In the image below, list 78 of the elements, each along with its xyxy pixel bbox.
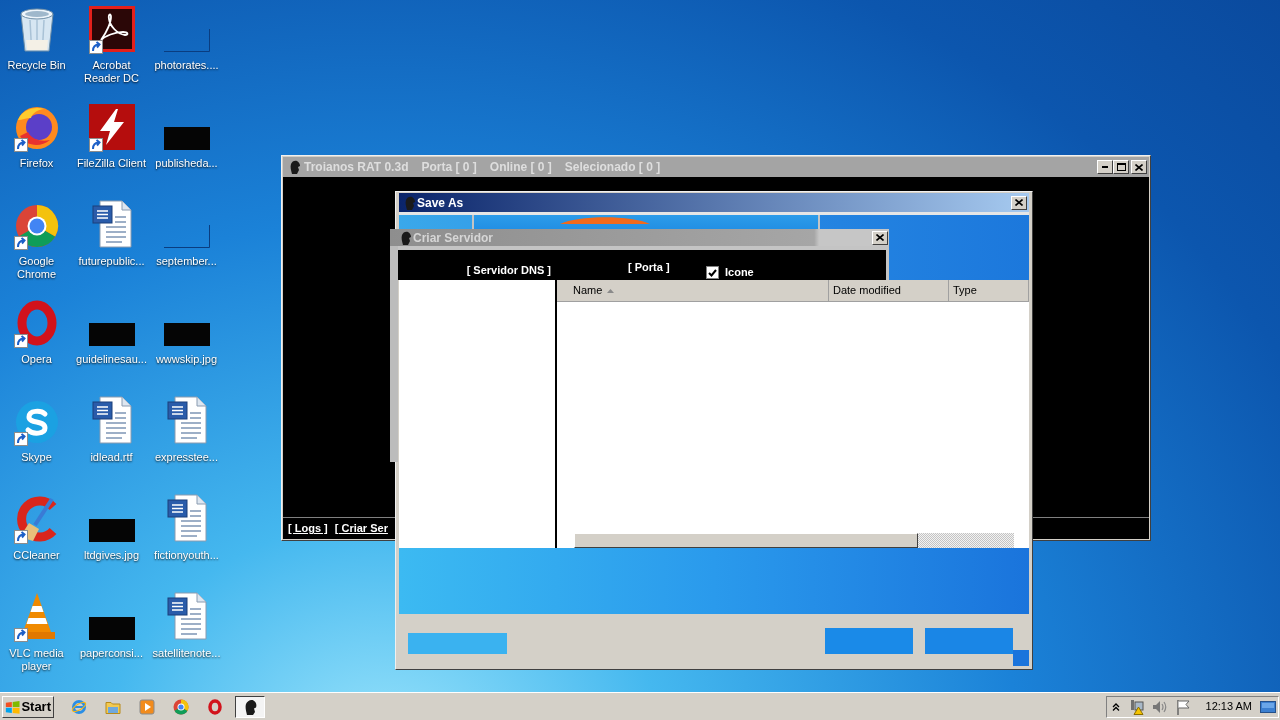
- silhouette-icon: [243, 698, 257, 715]
- checkbox-label[interactable]: Icone: [725, 265, 754, 279]
- circle-logo-icon[interactable]: [173, 698, 189, 715]
- icon-label[interactable]: fictionyouth...: [154, 549, 219, 562]
- icon-label[interactable]: paperconsi...: [80, 647, 143, 660]
- close-icon: [1135, 163, 1143, 171]
- document-icon[interactable]: [91, 200, 132, 248]
- image-thumbnail-icon[interactable]: [163, 225, 210, 248]
- field-label: [ Servidor DNS ]: [466, 263, 551, 277]
- nav-link[interactable]: [ Logs ]: [288, 520, 328, 537]
- checkbox[interactable]: [706, 266, 719, 279]
- document-icon[interactable]: [166, 494, 207, 542]
- icon-label[interactable]: publisheda...: [155, 157, 218, 170]
- maximize-icon: [1116, 163, 1126, 171]
- close-icon: [876, 234, 884, 241]
- icon-label[interactable]: ltdgives.jpg: [83, 549, 139, 562]
- close-button[interactable]: [1011, 195, 1027, 210]
- recycle-bin-icon[interactable]: [19, 8, 54, 52]
- silhouette-icon: [404, 195, 416, 210]
- document-icon[interactable]: [166, 592, 207, 640]
- ring-icon[interactable]: [16, 300, 57, 346]
- icon-label[interactable]: expresstee...: [155, 451, 218, 464]
- icon-label[interactable]: guidelinesau...: [76, 353, 147, 366]
- icon-label[interactable]: futurepublic...: [78, 255, 145, 268]
- close-icon: [1015, 199, 1023, 206]
- flag-icon[interactable]: [1175, 698, 1192, 715]
- image-thumbnail-icon[interactable]: [88, 617, 135, 640]
- image-thumbnail-icon[interactable]: [88, 519, 135, 542]
- maximize-button[interactable]: [1113, 160, 1129, 174]
- close-button[interactable]: [1131, 160, 1147, 174]
- image-thumbnail-icon[interactable]: [163, 127, 210, 150]
- round-logo-icon[interactable]: [14, 400, 59, 444]
- taskbar-button[interactable]: [235, 695, 265, 718]
- network-warning-icon[interactable]: [1128, 698, 1145, 715]
- window-title: Criar Servidor: [413, 229, 494, 247]
- chevron-up-icon[interactable]: [1111, 702, 1120, 711]
- close-button[interactable]: [872, 230, 888, 245]
- document-icon[interactable]: [166, 396, 207, 444]
- silhouette-icon: [400, 230, 412, 245]
- minimize-button[interactable]: [1097, 160, 1113, 174]
- title-counter: Porta [ 0 ]: [421, 159, 477, 176]
- title-counter: Selecionado [ 0 ]: [564, 159, 661, 176]
- image-thumbnail-icon[interactable]: [163, 323, 210, 346]
- icon-label[interactable]: CCleaner: [13, 549, 60, 562]
- circle-logo-icon[interactable]: [14, 204, 59, 248]
- start-button[interactable]: Start: [2, 695, 54, 718]
- icon-label[interactable]: photorates....: [154, 59, 219, 72]
- play-icon[interactable]: [139, 698, 155, 715]
- icon-label[interactable]: Opera: [21, 353, 52, 366]
- corner-tile: [1013, 650, 1029, 666]
- icon-label[interactable]: september...: [156, 255, 217, 268]
- icon-label[interactable]: VLC media player: [0, 647, 74, 673]
- column-header[interactable]: Type: [949, 280, 1029, 302]
- document-icon[interactable]: [91, 396, 132, 444]
- icon-label[interactable]: Firefox: [19, 157, 54, 170]
- ring-icon[interactable]: [207, 698, 223, 715]
- window-title: Troianos RAT 0.3d: [304, 159, 409, 176]
- minimize-icon: [1102, 166, 1108, 168]
- icon-label[interactable]: Google Chrome: [0, 255, 74, 281]
- clock[interactable]: 12:13 AM: [1205, 698, 1252, 715]
- icon-label[interactable]: idlead.rtf: [90, 451, 133, 464]
- icon-label[interactable]: Acrobat Reader DC: [74, 59, 149, 85]
- silhouette-icon: [289, 160, 301, 174]
- image-thumbnail-icon[interactable]: [163, 29, 210, 52]
- show-desktop-icon[interactable]: [1260, 700, 1276, 713]
- window-title: Save As: [417, 194, 464, 212]
- checkmark-icon: [708, 268, 717, 277]
- scrollbar-thumb[interactable]: [574, 533, 918, 548]
- icon-label[interactable]: wwwskip.jpg: [155, 353, 218, 366]
- image-thumbnail-icon[interactable]: [88, 323, 135, 346]
- globe-icon[interactable]: [13, 106, 60, 150]
- field-label: [ Porta ]: [628, 260, 670, 274]
- icon-label[interactable]: Recycle Bin: [7, 59, 66, 72]
- start-flag-icon: [5, 698, 21, 715]
- icon-label[interactable]: Skype: [21, 451, 52, 464]
- nav-link[interactable]: [ Criar Ser: [334, 520, 388, 537]
- icon-label[interactable]: FileZilla Client: [76, 157, 147, 170]
- title-counter: Online [ 0 ]: [489, 159, 552, 176]
